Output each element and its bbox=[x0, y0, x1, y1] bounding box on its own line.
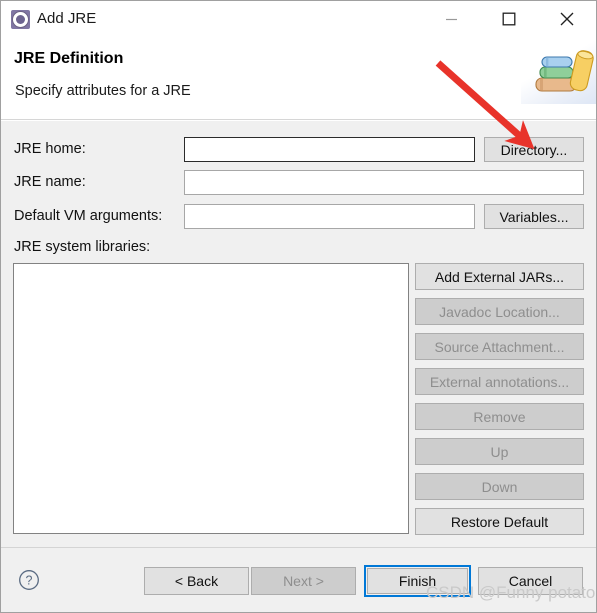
down-button[interactable]: Down bbox=[415, 473, 584, 500]
jre-name-label: JRE name: bbox=[14, 174, 86, 190]
close-icon bbox=[560, 12, 573, 26]
up-button[interactable]: Up bbox=[415, 438, 584, 465]
help-button[interactable]: ? bbox=[18, 569, 40, 591]
finish-button[interactable]: Finish bbox=[367, 568, 468, 594]
restore-default-button[interactable]: Restore Default bbox=[415, 508, 584, 535]
add-external-jars-button[interactable]: Add External JARs... bbox=[415, 263, 584, 290]
minimize-button[interactable] bbox=[429, 1, 474, 37]
page-subtitle: Specify attributes for a JRE bbox=[15, 83, 191, 99]
external-annotations-button[interactable]: External annotations... bbox=[415, 368, 584, 395]
jre-system-libraries-label: JRE system libraries: bbox=[14, 239, 151, 255]
jre-name-input[interactable] bbox=[184, 170, 584, 195]
close-button[interactable] bbox=[544, 1, 589, 37]
wizard-header: JRE Definition Specify attributes for a … bbox=[1, 39, 596, 120]
maximize-icon bbox=[502, 12, 515, 26]
source-attachment-button[interactable]: Source Attachment... bbox=[415, 333, 584, 360]
jre-home-label: JRE home: bbox=[14, 141, 86, 157]
back-button[interactable]: < Back bbox=[144, 567, 249, 595]
jre-home-input[interactable] bbox=[184, 137, 475, 162]
remove-button[interactable]: Remove bbox=[415, 403, 584, 430]
default-vm-arguments-label: Default VM arguments: bbox=[14, 208, 163, 224]
maximize-button[interactable] bbox=[486, 1, 531, 37]
help-icon: ? bbox=[19, 570, 39, 590]
svg-text:?: ? bbox=[26, 574, 33, 588]
dialog-body: JRE home: Directory... JRE name: Default… bbox=[1, 120, 596, 548]
add-jre-dialog: Add JRE JRE Definition Specify attribute… bbox=[0, 0, 597, 613]
javadoc-location-button[interactable]: Javadoc Location... bbox=[415, 298, 584, 325]
next-button[interactable]: Next > bbox=[251, 567, 356, 595]
default-vm-arguments-input[interactable] bbox=[184, 204, 475, 229]
title-bar: Add JRE bbox=[1, 1, 596, 40]
page-title: JRE Definition bbox=[14, 50, 124, 67]
cancel-button[interactable]: Cancel bbox=[478, 567, 583, 595]
jre-system-libraries-list[interactable] bbox=[13, 263, 409, 534]
window-title: Add JRE bbox=[37, 10, 97, 27]
directory-button[interactable]: Directory... bbox=[484, 137, 584, 162]
books-stack-icon bbox=[521, 39, 596, 104]
variables-button[interactable]: Variables... bbox=[484, 204, 584, 229]
jre-gear-icon bbox=[11, 10, 30, 29]
minimize-icon bbox=[446, 18, 457, 20]
